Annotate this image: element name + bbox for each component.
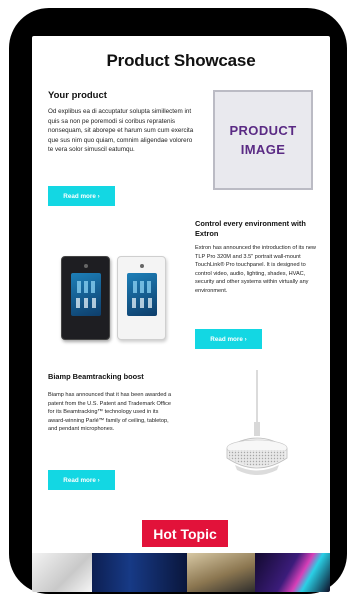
section-body-extron: Extron has announced the introduction of… (195, 245, 316, 294)
white-touchpanel (117, 256, 166, 340)
section-body-your-product: Od explibus ea di accuptatur solupta sim… (48, 108, 194, 154)
hot-topic-thumbnail[interactable] (92, 553, 187, 592)
section-heading-extron: Control every environment with Extron (195, 219, 306, 238)
hot-topic-banner: Hot Topic (142, 520, 228, 547)
black-touchpanel (61, 256, 110, 340)
read-more-button[interactable]: Read more › (48, 470, 115, 490)
product-image-label: PRODUCT IMAGE (229, 123, 297, 157)
section-heading-your-product: Your product (48, 90, 107, 101)
page-title: Product Showcase (106, 51, 256, 70)
read-more-button[interactable]: Read more › (48, 186, 115, 206)
hot-topic-image-strip (32, 553, 330, 592)
hot-topic-thumbnail[interactable] (187, 553, 255, 592)
touchpanels-image (57, 250, 177, 350)
hot-topic-thumbnail[interactable] (255, 553, 330, 592)
section-body-biamp: Biamp has announced that it has been awa… (48, 392, 172, 433)
phone-frame: Product Showcase Your product Od explibu… (9, 8, 347, 594)
hot-topic-thumbnail[interactable] (32, 553, 92, 592)
email-screen: Product Showcase Your product Od explibu… (32, 36, 330, 592)
read-more-button[interactable]: Read more › (195, 329, 262, 349)
section-heading-biamp: Biamp Beamtracking boost (48, 372, 144, 381)
pendant-microphone-image (226, 370, 288, 475)
product-image-placeholder: PRODUCT IMAGE (213, 90, 313, 190)
